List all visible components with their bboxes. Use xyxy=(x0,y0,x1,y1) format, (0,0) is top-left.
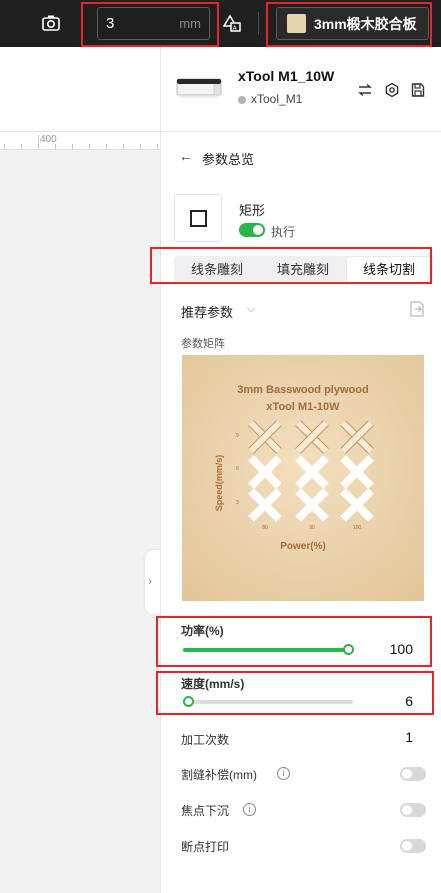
recommended-params-label[interactable]: 推荐参数 xyxy=(181,302,233,321)
page-title: 参数总览 xyxy=(202,152,255,167)
object-thumbnail xyxy=(174,194,222,242)
device-image xyxy=(176,78,222,98)
material-highlight xyxy=(266,2,432,47)
param-matrix-label: 参数矩阵 xyxy=(181,338,225,350)
export-params-icon[interactable] xyxy=(408,300,426,318)
save-icon[interactable] xyxy=(410,82,426,98)
matrix-xlabel: Power(%) xyxy=(280,541,326,552)
camera-icon[interactable] xyxy=(41,13,61,33)
device-subname: xTool_M1 xyxy=(251,92,303,106)
canvas-area[interactable]: 400 xyxy=(0,47,160,893)
shapes-icon[interactable]: A xyxy=(221,12,243,34)
param-matrix-image[interactable]: 3mm Basswood plywood xTool M1-10W Speed(… xyxy=(182,355,424,601)
matrix-xtick: 80 xyxy=(262,525,268,531)
matrix-cut-marks xyxy=(248,420,374,522)
toolbar-divider xyxy=(258,12,259,35)
focus-label: 焦点下沉 xyxy=(181,804,230,818)
back-row[interactable]: ← 参数总览 xyxy=(161,132,441,182)
matrix-xtick: 90 xyxy=(309,525,315,531)
device-status-dot xyxy=(238,96,246,104)
power-highlight xyxy=(156,616,432,667)
matrix-xtick: 100 xyxy=(353,525,362,531)
info-icon[interactable]: i xyxy=(243,803,256,816)
passes-value[interactable]: 1 xyxy=(405,729,413,745)
back-arrow-icon[interactable]: ← xyxy=(179,148,193,164)
tabs-highlight xyxy=(150,247,432,284)
speed-highlight xyxy=(156,671,434,715)
ruler-tick xyxy=(55,144,56,149)
ruler-tick xyxy=(106,144,107,149)
ruler-tick xyxy=(140,144,141,149)
focus-toggle[interactable] xyxy=(400,803,426,817)
ruler-tick xyxy=(21,144,22,149)
device-name: xTool M1_10W xyxy=(238,68,335,84)
resume-label: 断点打印 xyxy=(181,840,230,854)
kerf-toggle[interactable] xyxy=(400,767,426,781)
execute-label: 执行 xyxy=(271,225,296,239)
canvas-header xyxy=(0,47,160,132)
right-panel: xTool M1_10W xTool_M1 ← 参数总览 矩形 执行 线条雕刻 … xyxy=(160,47,441,893)
object-name: 矩形 xyxy=(239,203,266,218)
settings-icon[interactable] xyxy=(384,82,400,98)
kerf-label: 割缝补偿(mm) xyxy=(181,768,257,782)
matrix-title-line1: 3mm Basswood plywood xyxy=(237,384,368,396)
ruler-tick xyxy=(72,144,73,149)
matrix-ylabel: Speed(mm/s) xyxy=(214,455,224,512)
thickness-highlight xyxy=(81,2,219,47)
ruler-tick xyxy=(38,135,39,149)
execute-toggle[interactable] xyxy=(239,223,265,237)
info-icon[interactable]: i xyxy=(277,767,290,780)
ruler-tick xyxy=(89,144,90,149)
rectangle-icon xyxy=(190,210,207,227)
passes-label: 加工次数 xyxy=(181,733,230,747)
chevron-down-icon[interactable]: ⌵ xyxy=(247,303,255,316)
matrix-ytick: 6 xyxy=(236,466,239,472)
device-header: xTool M1_10W xTool_M1 xyxy=(161,47,441,132)
chevron-right-icon: › xyxy=(148,574,152,588)
resume-toggle[interactable] xyxy=(400,839,426,853)
panel-collapse-button[interactable]: › xyxy=(145,550,161,614)
swap-icon[interactable] xyxy=(357,82,373,98)
ruler-tick xyxy=(157,144,158,149)
ruler-tick xyxy=(123,144,124,149)
matrix-ytick: 9 xyxy=(236,433,239,439)
horizontal-ruler: 400 xyxy=(0,132,160,150)
ruler-tick xyxy=(4,144,5,149)
matrix-title-line2: xTool M1-10W xyxy=(266,401,340,413)
matrix-ytick: 3 xyxy=(236,500,239,506)
